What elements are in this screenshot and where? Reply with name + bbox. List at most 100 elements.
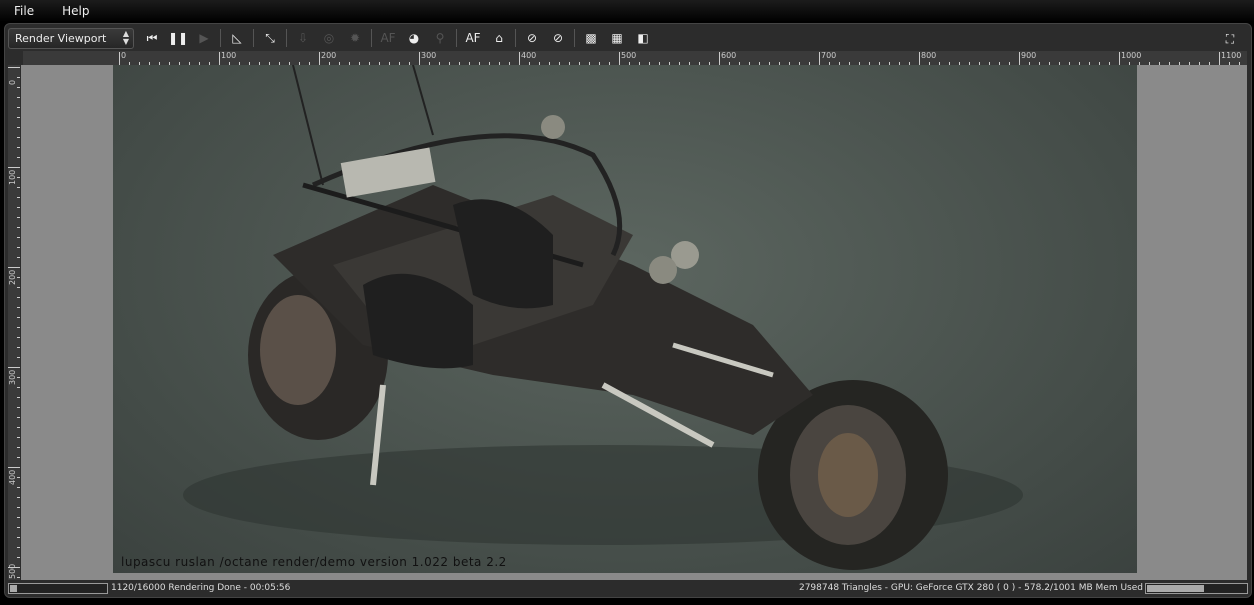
updown-arrows-icon: ▲ ▼	[122, 28, 129, 46]
ruler-tick	[17, 237, 20, 238]
fullscreen-button[interactable]: ⛶	[1218, 28, 1242, 50]
ruler-label: 0	[121, 51, 127, 60]
ruler-label: 300	[8, 369, 17, 385]
ruler-tick	[17, 447, 20, 448]
material-picker-icon: ◕	[408, 31, 420, 45]
triangle-ruler-icon: ◺	[232, 31, 242, 45]
focus-picker-button[interactable]: ⚲	[428, 27, 452, 49]
motorcycle-render	[183, 65, 1023, 570]
ruler-tick	[819, 52, 820, 65]
ruler-label: 400	[521, 51, 537, 60]
toolbar-separator	[286, 29, 287, 47]
ruler-label: 900	[1021, 51, 1037, 60]
viewport-select-value: Render Viewport	[15, 31, 107, 45]
vertical-ruler: 0 100 200 300 400 500	[8, 65, 20, 580]
ruler-tick	[17, 577, 20, 578]
ruler-label: 500	[621, 51, 637, 60]
ruler-tick	[17, 227, 20, 228]
menu-help[interactable]: Help	[48, 4, 103, 18]
ruler-label: 0	[8, 79, 17, 85]
material-picker-button[interactable]: ◕	[402, 27, 426, 49]
ruler-tick	[17, 387, 20, 388]
ruler-tick	[17, 197, 20, 198]
ruler-tick	[17, 377, 20, 378]
checker-icon: ▦	[611, 31, 623, 45]
ruler-tick	[419, 52, 420, 65]
rendered-image: lupascu ruslan /octane render/demo versi…	[113, 65, 1137, 573]
black-white-icon: ◧	[637, 31, 649, 45]
ruler-tick	[8, 567, 20, 568]
ruler-tick	[17, 177, 20, 178]
viewport-select[interactable]: Render Viewport ▲ ▼	[8, 27, 134, 49]
ruler-tick	[17, 157, 20, 158]
region-sphere-icon: ⊘	[526, 31, 538, 45]
ruler-button[interactable]: ◺	[225, 27, 249, 49]
pick-target-button[interactable]: ◎	[317, 27, 341, 49]
pause-render-button[interactable]: ❚❚	[166, 27, 190, 49]
autofocus-button[interactable]: AF	[461, 27, 485, 49]
ruler-tick	[17, 127, 20, 128]
menu-file[interactable]: File	[0, 4, 48, 18]
ruler-label: 200	[321, 51, 337, 60]
ruler-tick	[119, 52, 120, 65]
ruler-label: 200	[8, 269, 17, 285]
ruler-tick	[8, 467, 20, 468]
memory-usage-fill	[1147, 584, 1205, 592]
ruler-label: 500	[8, 563, 17, 579]
clear-region-button[interactable]: ⊘	[546, 27, 570, 49]
ruler-tick	[17, 537, 20, 538]
ruler-tick	[1019, 52, 1020, 65]
export-icon: ⇩	[297, 31, 309, 45]
autofocus-pick-button[interactable]: AF	[376, 27, 400, 49]
stereo-button[interactable]: ⌂	[487, 27, 511, 49]
ruler-tick	[8, 67, 20, 68]
ruler-tick	[17, 187, 20, 188]
fullscreen-icon: ⛶	[1225, 31, 1235, 46]
ruler-tick	[17, 517, 20, 518]
ruler-tick	[17, 137, 20, 138]
ruler-tick	[17, 207, 20, 208]
ruler-tick	[17, 307, 20, 308]
toolbar-separator	[574, 29, 575, 47]
background-checker-button[interactable]: ▦	[605, 27, 629, 49]
ruler-tick	[17, 347, 20, 348]
focus-picker-icon: ⚲	[435, 31, 445, 45]
viewport-canvas[interactable]: lupascu ruslan /octane render/demo versi…	[21, 65, 1247, 580]
skip-back-icon: ⏮	[146, 30, 158, 45]
export-button[interactable]: ⇩	[291, 27, 315, 49]
ruler-tick	[319, 52, 320, 65]
ruler-tick	[519, 52, 520, 65]
restart-render-button[interactable]: ⏮	[140, 27, 164, 49]
ruler-tick	[17, 247, 20, 248]
gray-pattern-icon: ▩	[585, 31, 597, 45]
fit-view-icon: ⤡	[265, 30, 275, 45]
ruler-label: 400	[8, 469, 17, 485]
ruler-label: 800	[921, 51, 937, 60]
pause-icon: ❚❚	[167, 31, 189, 45]
ruler-tick	[17, 497, 20, 498]
ruler-tick	[17, 287, 20, 288]
memory-usage-bar	[1145, 582, 1248, 594]
ruler-tick	[17, 407, 20, 408]
play-icon: ▶	[199, 31, 209, 45]
render-watermark: lupascu ruslan /octane render/demo versi…	[121, 555, 507, 569]
af-icon: AF	[465, 31, 481, 45]
render-status-text: 1120/16000 Rendering Done - 00:05:56	[111, 583, 291, 593]
pick-light-button[interactable]: ✹	[343, 27, 367, 49]
ruler-label: 1000	[1121, 51, 1142, 60]
render-viewport-panel: Render Viewport ▲ ▼ ⏮ ❚❚ ▶ ◺ ⤡ ⇩ ◎ ✹ AF ◕ ⚲ AF ⌂ ⊘ ⊘ ▩ ▦ ◧…	[4, 23, 1252, 598]
background-black-white-button[interactable]: ◧	[631, 27, 655, 49]
ruler-tick	[8, 167, 20, 168]
start-render-button[interactable]: ▶	[192, 27, 216, 49]
region-render-button[interactable]: ⊘	[520, 27, 544, 49]
ruler-tick	[17, 277, 20, 278]
render-progress-fill	[10, 584, 17, 592]
background-gray-button[interactable]: ▩	[579, 27, 603, 49]
render-progress-bar	[8, 582, 108, 594]
fit-view-button[interactable]: ⤡	[258, 27, 282, 49]
ruler-tick	[17, 337, 20, 338]
sun-icon: ✹	[349, 31, 361, 45]
af-picker-icon: AF	[380, 31, 396, 45]
ruler-tick	[17, 477, 20, 478]
ruler-tick	[17, 117, 20, 118]
